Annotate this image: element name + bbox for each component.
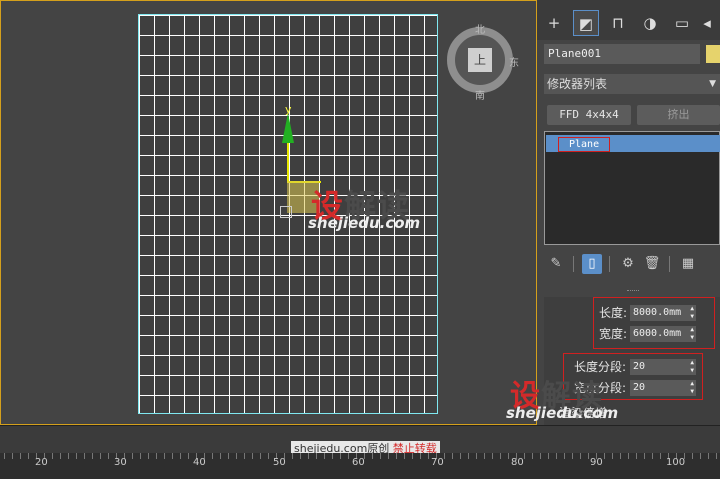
extrude-button[interactable]: 挤出: [637, 105, 720, 125]
timeline-tick: 70: [431, 457, 444, 468]
ffd-button[interactable]: FFD 4x4x4: [547, 105, 631, 125]
remove-modifier-icon[interactable]: 🗑: [642, 254, 662, 274]
create-icon[interactable]: +: [541, 10, 567, 36]
make-unique-icon[interactable]: ⚙: [618, 254, 638, 274]
viewcube-face-top[interactable]: 上: [468, 48, 492, 72]
gizmo-y-arrow-icon[interactable]: [282, 113, 294, 143]
divider: [669, 256, 670, 272]
modifier-list-label: 修改器列表: [547, 77, 608, 91]
divider: [609, 256, 610, 272]
viewport-top[interactable]: y 上 北 东 南 设解读 shejiedu.com: [0, 0, 537, 425]
gizmo-axis-label: y: [285, 103, 292, 116]
timeline-tick: 20: [35, 457, 48, 468]
stack-item-plane[interactable]: Plane: [546, 135, 720, 152]
hierarchy-icon[interactable]: ⊓: [605, 10, 631, 36]
watermark-url-panel: shejiedu.com: [506, 404, 619, 422]
modifier-list-dropdown[interactable]: 修改器列表 ▼: [544, 74, 720, 94]
motion-icon[interactable]: ◑: [637, 10, 663, 36]
command-panel: + ◩ ⊓ ◑ ▭ ◂ Plane001 修改器列表 ▼ FFD 4x4x4 挤…: [506, 0, 720, 425]
pin-stack-icon[interactable]: ✎: [546, 254, 566, 274]
configure-modifier-sets-icon[interactable]: ▦: [678, 254, 698, 274]
timeline-tick: 40: [193, 457, 206, 468]
timeline-tick: 90: [590, 457, 603, 468]
show-end-result-icon[interactable]: ▯: [582, 254, 602, 274]
command-panel-tabs: + ◩ ⊓ ◑ ▭ ◂: [537, 0, 720, 40]
object-name-field[interactable]: Plane001: [544, 44, 700, 64]
timeline-tick: 30: [114, 457, 127, 468]
tabs-scroll-left-icon[interactable]: ◂: [697, 10, 717, 36]
display-icon[interactable]: ▭: [669, 10, 695, 36]
pivot-icon: [280, 206, 292, 218]
annotation-box-size: [593, 297, 715, 349]
chevron-down-icon: ▼: [709, 79, 716, 89]
viewcube[interactable]: 上: [447, 27, 513, 93]
stack-item-label: Plane: [558, 137, 611, 152]
compass-east: 东: [509, 58, 519, 69]
object-color-swatch[interactable]: [706, 45, 720, 63]
watermark-url: shejiedu.com: [308, 214, 421, 232]
compass-north: 北: [475, 25, 485, 36]
timeline-tick: 60: [352, 457, 365, 468]
rollout-handle[interactable]: [627, 290, 639, 293]
timeline-tick: 80: [511, 457, 524, 468]
compass-south: 南: [475, 91, 485, 102]
modify-icon[interactable]: ◩: [573, 10, 599, 36]
divider: [573, 256, 574, 272]
timeline-tick: 50: [273, 457, 286, 468]
modifier-stack[interactable]: Plane: [544, 131, 720, 245]
timeline-tick: 100: [666, 457, 686, 468]
